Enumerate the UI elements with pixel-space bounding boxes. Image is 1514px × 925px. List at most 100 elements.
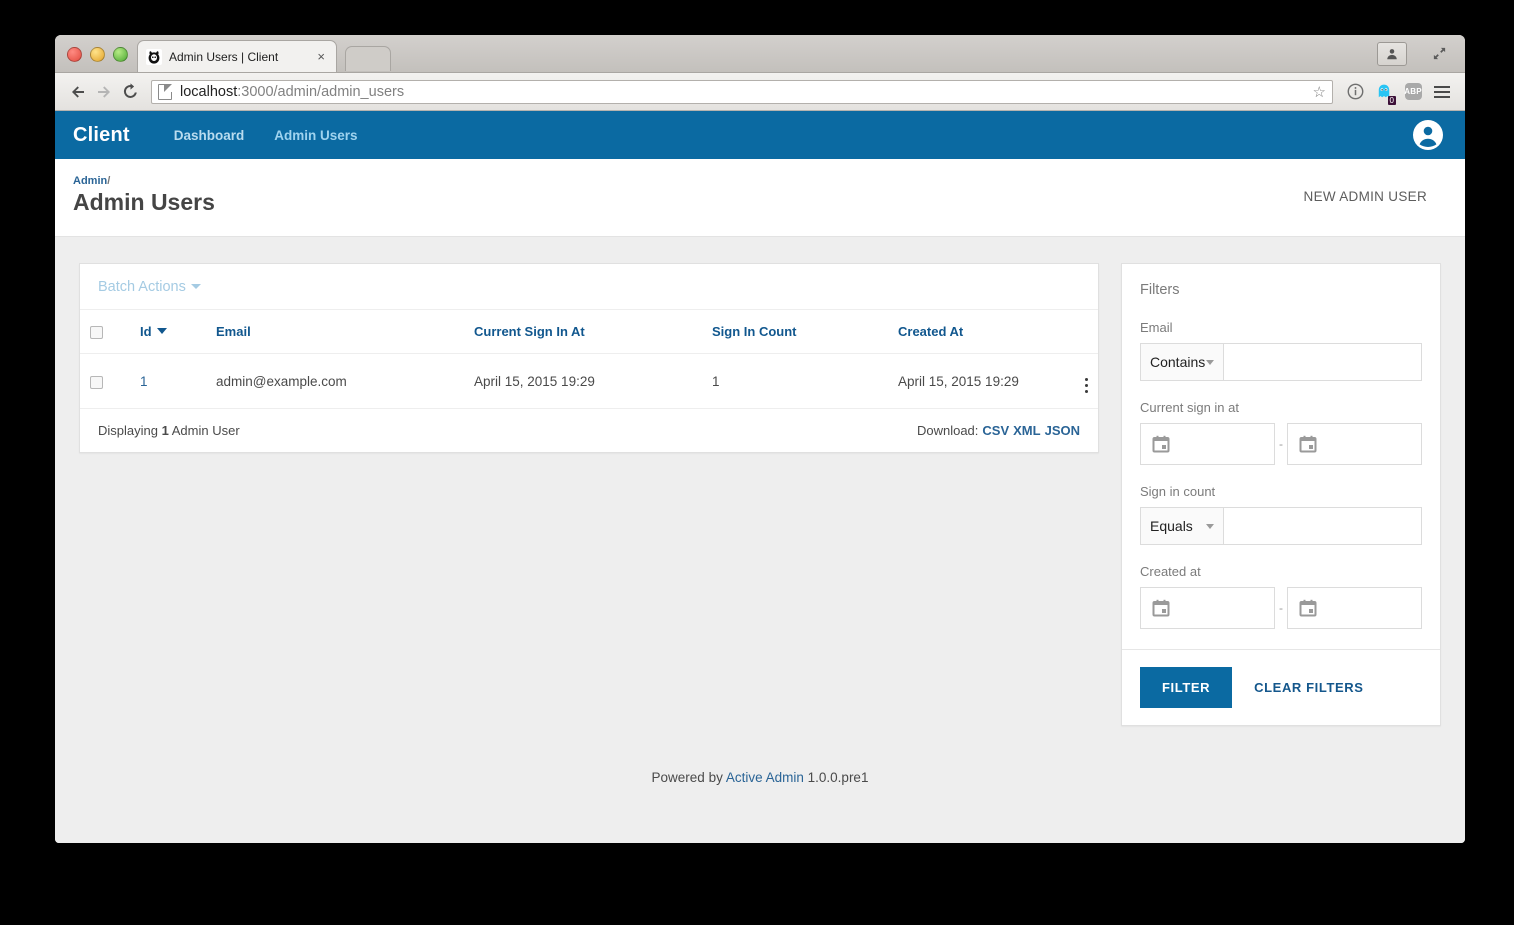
sort-descending-icon: [156, 328, 167, 335]
footer-prefix: Powered by: [651, 770, 723, 785]
browser-tab[interactable]: Admin Users | Client ×: [137, 40, 337, 72]
filter-row-sign-in-count: Equals: [1140, 507, 1422, 545]
filters-body: Filters Email Contains Current sign in a…: [1122, 264, 1440, 649]
cell-created-at: April 15, 2015 19:29: [888, 353, 1048, 410]
column-header-id[interactable]: Id: [130, 310, 206, 355]
column-header-sign-in-count[interactable]: Sign In Count: [702, 310, 888, 355]
chevron-down-icon: [1206, 359, 1214, 365]
reload-icon[interactable]: [117, 79, 143, 105]
calendar-icon: [1299, 435, 1317, 453]
table-footer: Displaying 1 Admin User Download: CSV XML J…: [80, 409, 1098, 452]
screenshot-root: Admin Users | Client × localhost:3000/ad…: [0, 0, 1514, 925]
download-links: Download: CSV XML JSON: [917, 423, 1080, 438]
filter-date-to-current-sign-in-at[interactable]: [1287, 423, 1422, 465]
footer-version: 1.0.0.pre1: [807, 770, 869, 785]
table-header-row: Id Email Current Sign In At Sign In Coun…: [80, 310, 1098, 355]
star-icon[interactable]: ☆: [1313, 83, 1326, 101]
column-header-email[interactable]: Email: [206, 310, 464, 355]
row-id-link[interactable]: 1: [140, 374, 148, 389]
close-window-button[interactable]: [67, 47, 82, 62]
download-label: Download:: [916, 423, 979, 439]
chevron-down-icon: [1206, 523, 1214, 529]
maximize-window-button[interactable]: [113, 47, 128, 62]
filter-label-created-at: Created at: [1140, 564, 1201, 579]
profile-button[interactable]: [1377, 42, 1407, 66]
cell-email: admin@example.com: [206, 353, 464, 410]
breadcrumb-separator: /: [107, 175, 111, 187]
column-header-created-at[interactable]: Created At: [888, 310, 1048, 355]
hamburger-menu-icon[interactable]: [1429, 79, 1455, 105]
filter-date-to-created-at[interactable]: [1287, 587, 1422, 629]
page-viewport: Client Dashboard Admin Users Admin/ Admi…: [55, 111, 1465, 843]
tab-close-icon[interactable]: ×: [314, 50, 328, 63]
browser-toolbar: localhost:3000/admin/admin_users ☆ 0 ABP: [55, 73, 1465, 111]
filter-group-current-sign-in-at: Current sign in at -: [1140, 400, 1422, 465]
admin-users-table: Id Email Current Sign In At Sign In Coun…: [80, 310, 1098, 410]
column-header-current-sign-in-at[interactable]: Current Sign In At: [464, 310, 702, 355]
row-select-cell: [80, 353, 130, 410]
url-host: localhost: [180, 83, 238, 100]
address-bar[interactable]: localhost:3000/admin/admin_users ☆: [151, 79, 1333, 104]
filters-title: Filters: [1140, 282, 1180, 298]
favicon-icon: [146, 48, 162, 65]
page-footer: Powered by Active Admin 1.0.0.pre1: [55, 726, 1465, 785]
calendar-icon: [1152, 599, 1170, 617]
filter-actions: FILTER CLEAR FILTERS: [1122, 649, 1440, 725]
filter-date-from-current-sign-in-at[interactable]: [1140, 423, 1275, 465]
page-info-icon: [158, 83, 172, 100]
page-body: Batch Actions Id Email Current Sign In A…: [55, 237, 1465, 726]
fullscreen-button[interactable]: [1427, 42, 1451, 64]
active-admin-link[interactable]: Active Admin: [726, 770, 804, 785]
cell-sign-in-count: 1: [702, 353, 888, 410]
pagination-info: Displaying 1 Admin User: [98, 423, 240, 438]
title-block: Admin/ Admin Users: [73, 175, 215, 217]
download-xml-link[interactable]: XML: [1013, 423, 1040, 438]
new-admin-user-button[interactable]: NEW ADMIN USER: [1304, 189, 1427, 204]
account-circle-icon[interactable]: [1411, 118, 1445, 152]
brand-title[interactable]: Client: [73, 124, 130, 147]
clear-filters-link[interactable]: CLEAR FILTERS: [1254, 680, 1363, 695]
filter-group-sign-in-count: Sign in count Equals: [1140, 484, 1422, 545]
filter-row-email: Contains: [1140, 343, 1422, 381]
filter-group-created-at: Created at -: [1140, 564, 1422, 629]
download-csv-link[interactable]: CSV: [982, 423, 1009, 438]
back-arrow-icon[interactable]: [65, 79, 91, 105]
select-all-checkbox[interactable]: [90, 326, 103, 340]
table-head: Id Email Current Sign In At Sign In Coun…: [80, 310, 1098, 355]
row-checkbox[interactable]: [90, 375, 103, 389]
filter-operator-email[interactable]: Contains: [1140, 343, 1224, 381]
filter-label-sign-in-count: Sign in count: [1140, 484, 1216, 499]
filter-operator-sign-in-count-value: Equals: [1150, 518, 1193, 534]
batch-actions-label: Batch Actions: [98, 279, 186, 295]
column-label-id: Id: [140, 324, 152, 340]
filter-submit-button[interactable]: FILTER: [1140, 667, 1233, 708]
ghostery-badge: 0: [1387, 95, 1396, 105]
column-label-created-at: Created At: [898, 324, 964, 340]
chevron-down-icon: [190, 284, 201, 289]
new-tab-button[interactable]: [345, 46, 391, 71]
filter-input-email[interactable]: [1224, 343, 1422, 381]
column-label-email: Email: [216, 324, 251, 340]
ghostery-icon[interactable]: 0: [1371, 79, 1397, 105]
cell-id: 1: [130, 353, 206, 410]
column-label-sign-in-count: Sign In Count: [712, 324, 797, 340]
nav-item-admin-users[interactable]: Admin Users: [274, 128, 357, 143]
breadcrumb-link-admin[interactable]: Admin: [73, 175, 107, 187]
index-panel: Batch Actions Id Email Current Sign In A…: [79, 263, 1099, 454]
forward-arrow-icon: [91, 79, 117, 105]
filter-input-sign-in-count[interactable]: [1224, 507, 1422, 545]
displaying-prefix: Displaying: [98, 423, 158, 439]
main-column: Batch Actions Id Email Current Sign In A…: [79, 263, 1099, 726]
batch-actions-dropdown[interactable]: Batch Actions: [98, 279, 201, 295]
download-json-link[interactable]: JSON: [1045, 423, 1080, 438]
filter-date-from-created-at[interactable]: [1140, 587, 1275, 629]
adblock-plus-icon[interactable]: ABP: [1400, 79, 1426, 105]
filter-operator-sign-in-count[interactable]: Equals: [1140, 507, 1224, 545]
info-circle-icon[interactable]: [1342, 79, 1368, 105]
filter-group-email: Email Contains: [1140, 320, 1422, 381]
minimize-window-button[interactable]: [90, 47, 105, 62]
nav-item-dashboard[interactable]: Dashboard: [174, 128, 245, 143]
page-title: Admin Users: [73, 189, 215, 215]
more-vertical-icon[interactable]: [1085, 378, 1088, 394]
column-label-current-sign-in-at: Current Sign In At: [474, 324, 585, 340]
